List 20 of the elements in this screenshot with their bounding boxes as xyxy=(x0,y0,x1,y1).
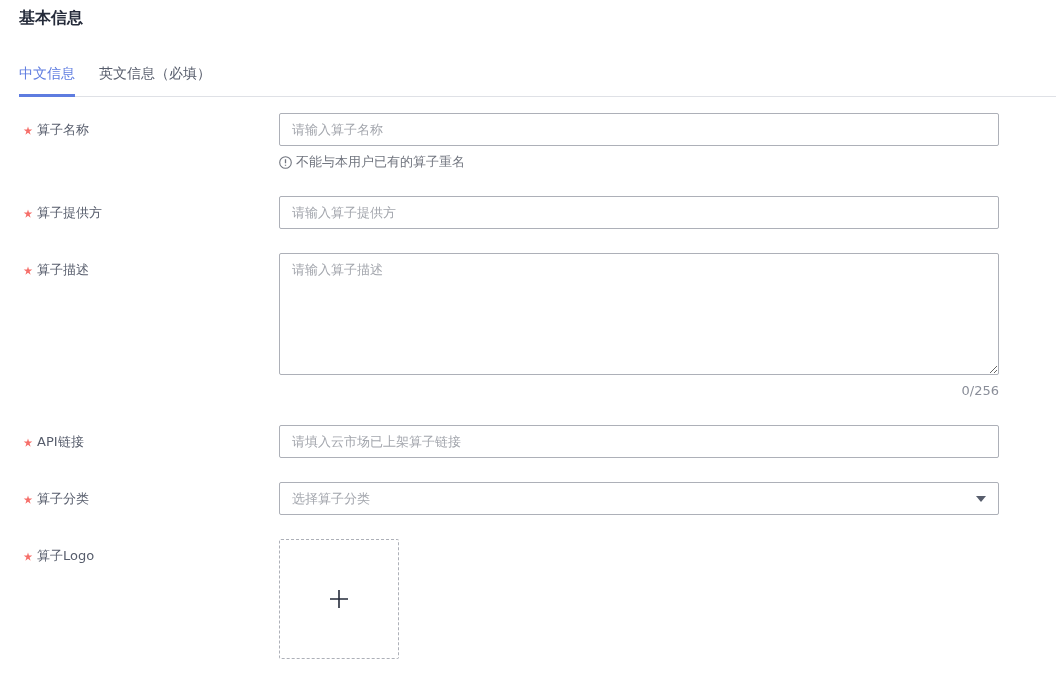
field-label: 算子分类 xyxy=(37,490,89,508)
plus-icon xyxy=(330,590,348,608)
field-hint: 不能与本用户已有的算子重名 xyxy=(296,153,465,171)
character-counter: 0/256 xyxy=(961,382,999,400)
logo-upload-button[interactable] xyxy=(279,539,399,659)
field-label: 算子Logo xyxy=(37,547,95,565)
info-icon xyxy=(279,155,292,169)
tab[interactable]: 中文信息 xyxy=(19,51,75,97)
text-input-field[interactable]: 请输入算子名称 xyxy=(279,113,999,146)
section-title: 基本信息 xyxy=(19,7,83,29)
text-input-field[interactable]: 请填入云市场已上架算子链接 xyxy=(279,425,999,458)
text-input-field[interactable]: 请输入算子提供方 xyxy=(279,196,999,229)
field-label: 算子提供方 xyxy=(37,204,102,222)
field-label: 算子描述 xyxy=(37,261,89,279)
dropdown-caret-icon xyxy=(976,495,986,502)
field-label: API链接 xyxy=(37,433,84,451)
tab[interactable]: 英文信息（必填） xyxy=(99,51,211,97)
field-label: 算子名称 xyxy=(37,121,89,139)
description-textarea[interactable]: 请输入算子描述 xyxy=(279,253,999,375)
category-dropdown[interactable]: 选择算子分类 xyxy=(279,482,999,515)
